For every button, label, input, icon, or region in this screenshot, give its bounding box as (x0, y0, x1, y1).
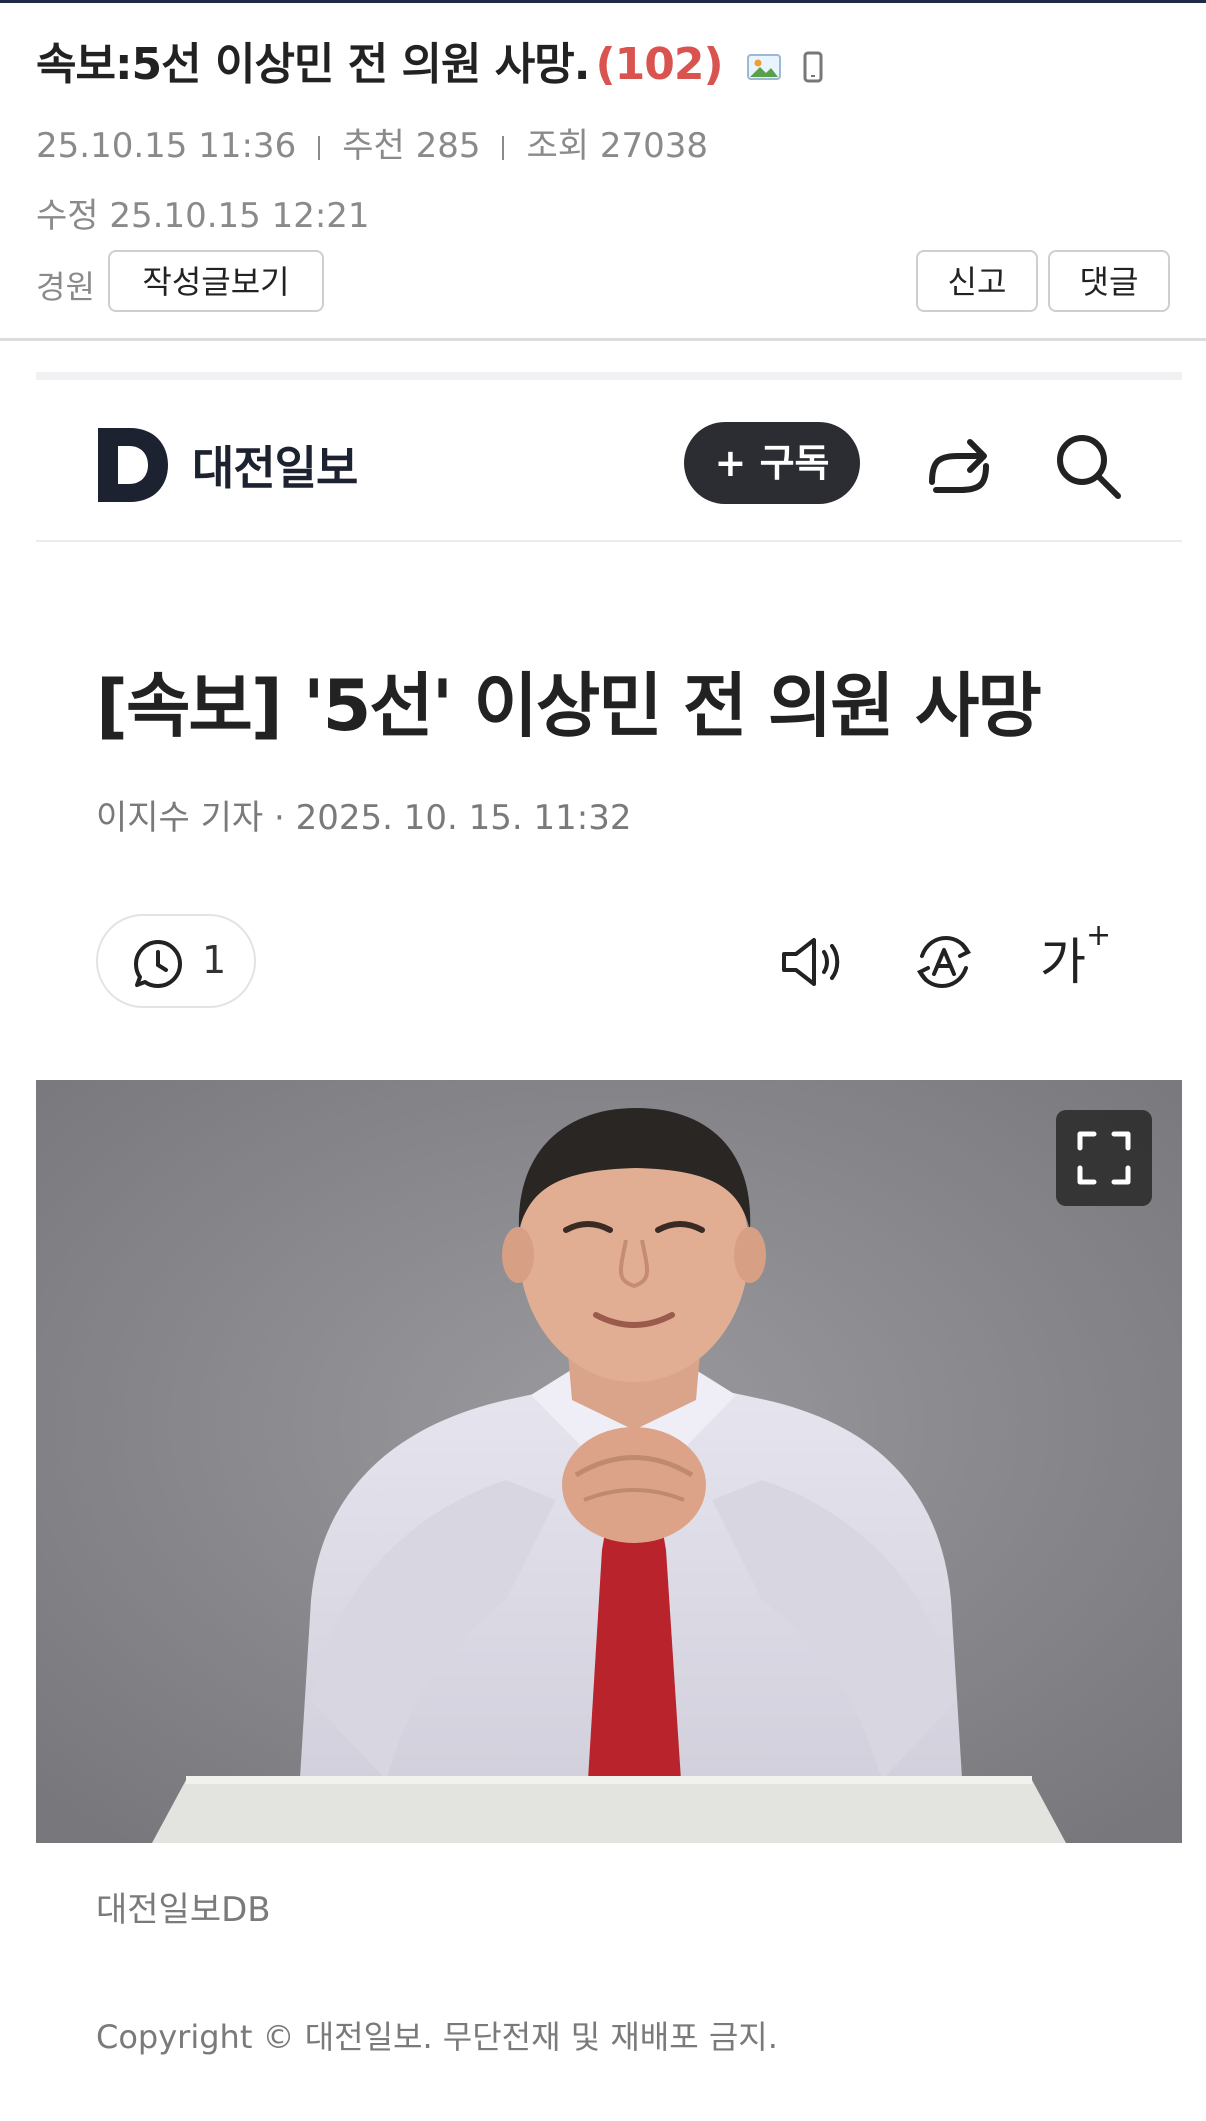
search-icon[interactable] (1052, 430, 1124, 502)
view-posts-button[interactable]: 작성글보기 (108, 250, 324, 312)
article-comment-count: 1 (202, 938, 227, 982)
comment-button[interactable]: 댓글 (1048, 250, 1170, 312)
share-icon[interactable] (924, 432, 994, 498)
article-photo[interactable] (36, 1080, 1182, 1843)
translate-icon[interactable] (910, 930, 978, 994)
post-author[interactable]: 경원 (36, 262, 95, 308)
top-border (0, 0, 1206, 3)
article-headline: [속보] '5선' 이상민 전 의원 사망 (96, 665, 1042, 747)
post-views: 조회 27038 (526, 126, 708, 166)
copyright-notice: Copyright © 대전일보. 무단전재 및 재배포 금지. (96, 2018, 778, 2056)
post-title: 속보:5선 이상민 전 의원 사망. (102) (36, 28, 823, 92)
report-button[interactable]: 신고 (916, 250, 1038, 312)
article-comment-button[interactable]: 1 (96, 914, 256, 1008)
image-icon (746, 54, 781, 80)
post-author-row: 경원 작성글보기 신고 댓글 (36, 250, 1170, 314)
speaker-icon[interactable] (778, 930, 846, 994)
post-meta: 25.10.15 11:36 추천 285 조회 27038 (36, 118, 708, 167)
article-tools: 1 가+ (96, 914, 1116, 1010)
article-frame-top (36, 372, 1182, 380)
header-divider (0, 338, 1206, 341)
post-recommend: 추천 285 (342, 126, 481, 166)
meta-separator (318, 135, 321, 160)
post-comment-count[interactable]: (102) (595, 39, 723, 90)
meta-separator (502, 135, 505, 160)
post-modified: 수정 25.10.15 12:21 (36, 196, 370, 236)
post-title-text: 속보:5선 이상민 전 의원 사망. (36, 39, 590, 90)
comment-clock-icon (134, 940, 182, 988)
subscribe-button[interactable]: + 구독 (684, 422, 860, 504)
photo-caption: 대전일보DB (96, 1890, 271, 1930)
font-size-icon[interactable]: 가+ (1040, 918, 1120, 991)
photo-expand-button[interactable] (1056, 1110, 1152, 1206)
news-logo-text[interactable]: 대전일보 (192, 432, 358, 498)
fullscreen-icon (1077, 1131, 1131, 1185)
mobile-icon (803, 51, 823, 83)
article-byline: 이지수 기자 · 2025. 10. 15. 11:32 (96, 798, 632, 838)
plus-icon: + (1086, 918, 1112, 953)
news-logo-icon[interactable] (98, 428, 168, 502)
font-size-label: 가 (1040, 933, 1086, 991)
post-date: 25.10.15 11:36 (36, 126, 297, 166)
news-header: 대전일보 + 구독 (36, 380, 1182, 542)
